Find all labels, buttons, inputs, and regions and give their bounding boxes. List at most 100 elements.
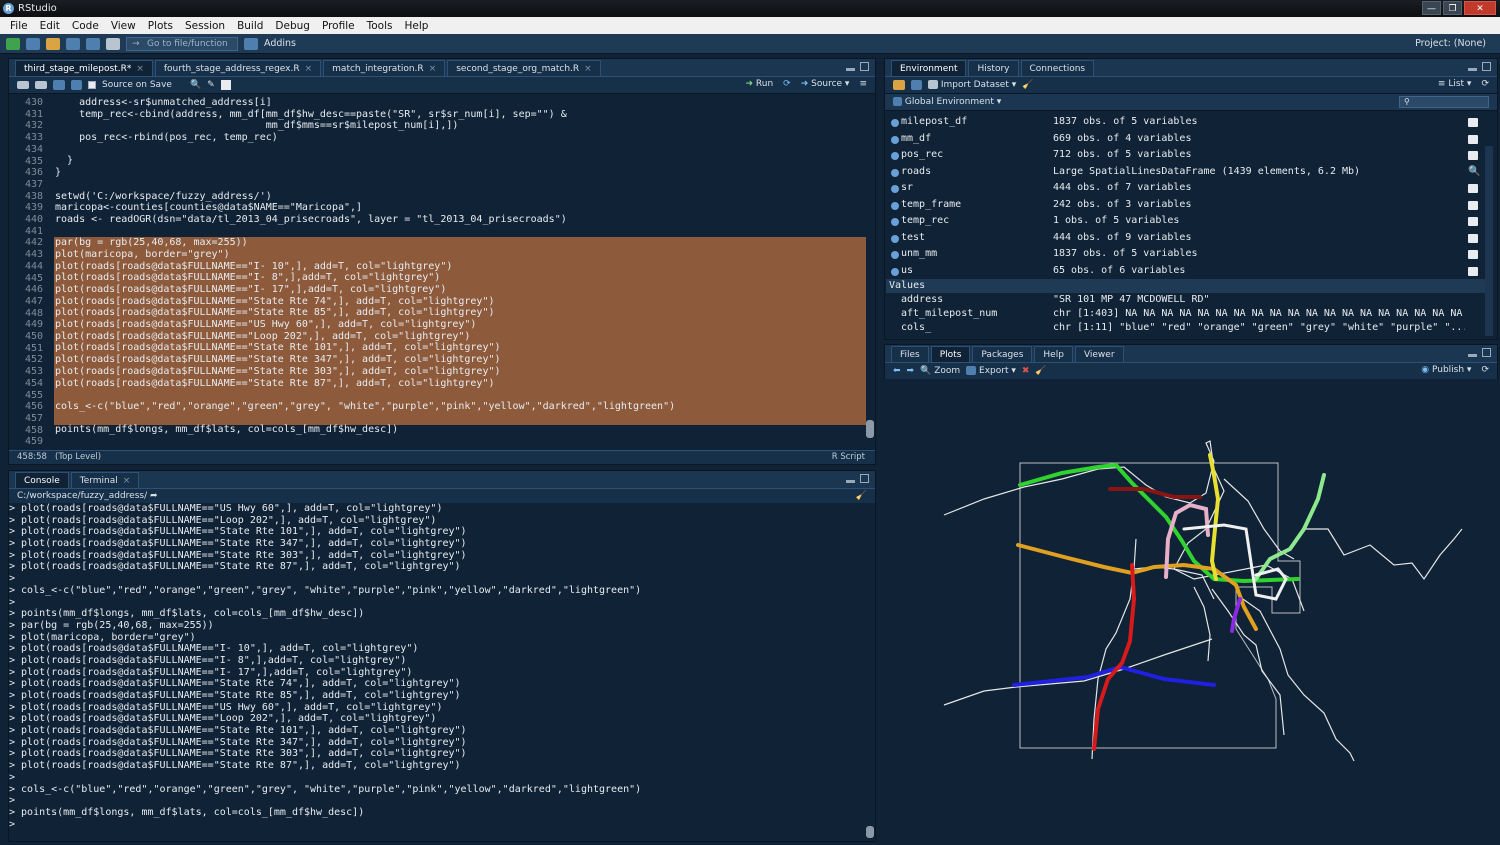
minimize-button[interactable]: — <box>1422 1 1441 15</box>
tab-console[interactable]: Console <box>15 472 69 488</box>
menu-profile[interactable]: Profile <box>316 20 361 32</box>
scope-indicator[interactable]: (Top Level) <box>55 451 101 464</box>
code-line[interactable]: points(mm_df$longs, mm_df$lats, col=cols… <box>55 424 675 436</box>
save-file-icon[interactable] <box>71 80 82 90</box>
menu-session[interactable]: Session <box>179 20 231 32</box>
code-line[interactable]: plot(maricopa, border="grey") <box>55 249 675 261</box>
go-to-directory-icon[interactable]: ➦ <box>150 491 158 501</box>
menu-debug[interactable]: Debug <box>269 20 316 32</box>
load-workspace-icon[interactable] <box>893 80 905 90</box>
environment-row[interactable]: mm_df 669 obs. of 4 variables <box>886 131 1486 148</box>
expand-data-icon[interactable] <box>891 201 899 210</box>
menu-edit[interactable]: Edit <box>34 20 66 32</box>
editor-tab-match-integration[interactable]: match_integration.R × <box>323 60 446 76</box>
editor-options-icon[interactable]: ≡ <box>859 79 867 89</box>
addins-menu[interactable]: Addins <box>264 38 296 49</box>
tab-environment[interactable]: Environment <box>891 60 967 76</box>
code-editor[interactable]: 430 431 432 433 434 435 436 437 438 439 440 441 442 4… <box>9 97 866 450</box>
expand-data-icon[interactable] <box>891 168 899 177</box>
expand-data-icon[interactable] <box>891 119 899 127</box>
environment-row[interactable]: sr 444 obs. of 7 variables <box>886 180 1486 197</box>
console-scrollbar[interactable] <box>866 826 874 838</box>
compile-report-icon[interactable] <box>220 80 231 90</box>
tab-files[interactable]: Files <box>891 346 929 362</box>
tab-help[interactable]: Help <box>1034 346 1073 362</box>
environment-row[interactable]: milepost_df 1837 obs. of 5 variables <box>886 114 1486 131</box>
view-data-search-icon[interactable]: 🔍 <box>1468 164 1480 181</box>
refresh-plot-icon[interactable]: ⟳ <box>1481 365 1489 375</box>
code-line[interactable]: roads <- readOGR(dsn="data/tl_2013_04_pr… <box>55 214 675 226</box>
tab-connections[interactable]: Connections <box>1020 60 1095 76</box>
code-line[interactable]: } <box>55 155 675 167</box>
view-data-grid-icon[interactable] <box>1468 184 1478 193</box>
value-row[interactable]: cols_ chr [1:11] "blue" "red" "orange" "g… <box>886 321 1486 335</box>
expand-data-icon[interactable] <box>891 152 899 160</box>
environment-row[interactable]: unm_mm 1837 obs. of 5 variables <box>886 246 1486 263</box>
clear-workspace-icon[interactable]: 🧹 <box>1022 80 1033 90</box>
environment-row[interactable]: temp_frame 242 obs. of 3 variables <box>886 197 1486 214</box>
new-file-icon[interactable] <box>6 37 20 50</box>
menu-plots[interactable]: Plots <box>142 20 179 32</box>
close-tab-icon[interactable]: × <box>123 476 131 486</box>
code-line[interactable]: par(bg = rgb(25,40,68, max=255)) <box>55 237 675 249</box>
environment-row[interactable]: roads Large SpatialLinesDataFrame (1439 e… <box>886 164 1486 181</box>
view-data-grid-icon[interactable] <box>1468 151 1478 160</box>
view-data-grid-icon[interactable] <box>1468 200 1478 210</box>
save-icon[interactable] <box>66 37 80 50</box>
menu-build[interactable]: Build <box>231 20 269 32</box>
project-menu[interactable]: Project: (None) <box>1415 38 1486 49</box>
expand-data-icon[interactable] <box>891 135 899 144</box>
pane-layout-icon[interactable] <box>244 37 258 50</box>
file-type-indicator[interactable]: R Script <box>832 451 865 464</box>
source-button[interactable]: ➜ Source ▾ <box>801 79 850 89</box>
maximize-pane-icon[interactable] <box>860 62 869 71</box>
editor-tab-second-stage[interactable]: second_stage_org_match.R × <box>447 60 601 76</box>
code-line[interactable]: plot(roads[roads@data$FULLNAME=="US Hwy … <box>55 319 675 331</box>
code-line[interactable]: plot(roads[roads@data$FULLNAME=="Loop 20… <box>55 331 675 343</box>
maximize-button[interactable]: ❐ <box>1443 1 1462 15</box>
tab-packages[interactable]: Packages <box>972 346 1033 362</box>
plot-viewer[interactable] <box>884 379 1498 842</box>
show-in-window-icon[interactable] <box>53 80 65 90</box>
previous-plot-icon[interactable]: ⬅ <box>893 366 901 376</box>
code-line[interactable] <box>55 436 675 448</box>
view-data-grid-icon[interactable] <box>1468 134 1478 144</box>
code-line[interactable] <box>55 144 675 156</box>
view-mode-dropdown[interactable]: ≡ List ▾ <box>1438 79 1472 89</box>
code-line[interactable] <box>55 413 675 425</box>
rerun-button[interactable]: ⟳ <box>783 79 791 89</box>
maximize-pane-icon[interactable] <box>1482 62 1491 71</box>
code-line[interactable]: } <box>55 167 675 179</box>
remove-plot-icon[interactable]: ✖ <box>1022 366 1030 376</box>
close-tab-icon[interactable]: × <box>429 64 437 74</box>
clear-console-icon[interactable]: 🧹 <box>856 489 867 503</box>
code-line[interactable]: setwd('C:/workspace/fuzzy_address/') <box>55 191 675 203</box>
tab-terminal[interactable]: Terminal × <box>70 472 140 488</box>
minimize-pane-icon[interactable] <box>1468 68 1477 71</box>
editor-scrollbar[interactable] <box>866 420 874 438</box>
code-tools-icon[interactable]: ✎ <box>207 80 215 90</box>
code-line[interactable]: mm_df$mms==sr$milepost_num[i],]) <box>55 120 675 132</box>
publish-button[interactable]: ◉ Publish ▾ <box>1421 365 1471 375</box>
environment-row[interactable]: temp_rec 1 obs. of 5 variables <box>886 213 1486 230</box>
code-line[interactable]: plot(roads[roads@data$FULLNAME=="State R… <box>55 366 675 378</box>
close-tab-icon[interactable]: × <box>305 64 313 74</box>
save-workspace-icon[interactable] <box>911 80 922 90</box>
code-lines[interactable]: address<-sr$unmatched_address[i] temp_re… <box>55 97 675 448</box>
menu-file[interactable]: File <box>4 20 34 32</box>
refresh-icon[interactable]: ⟳ <box>1481 79 1489 89</box>
menu-tools[interactable]: Tools <box>361 20 399 32</box>
goto-file-input[interactable]: Go to file/function <box>126 36 238 51</box>
view-data-grid-icon[interactable] <box>1468 250 1478 259</box>
menu-view[interactable]: View <box>105 20 142 32</box>
close-button[interactable]: ✕ <box>1464 1 1496 15</box>
tab-history[interactable]: History <box>968 60 1019 76</box>
code-line[interactable]: cols_<-c("blue","red","orange","green","… <box>55 401 675 413</box>
code-line[interactable]: plot(roads[roads@data$FULLNAME=="State R… <box>55 354 675 366</box>
tab-viewer[interactable]: Viewer <box>1074 346 1124 362</box>
expand-data-icon[interactable] <box>891 234 899 243</box>
code-line[interactable]: temp_rec<-cbind(address, mm_df[mm_df$hw_… <box>55 109 675 121</box>
maximize-pane-icon[interactable] <box>1482 348 1491 357</box>
code-line[interactable]: plot(roads[roads@data$FULLNAME=="I- 10",… <box>55 261 675 273</box>
code-line[interactable] <box>55 389 675 401</box>
